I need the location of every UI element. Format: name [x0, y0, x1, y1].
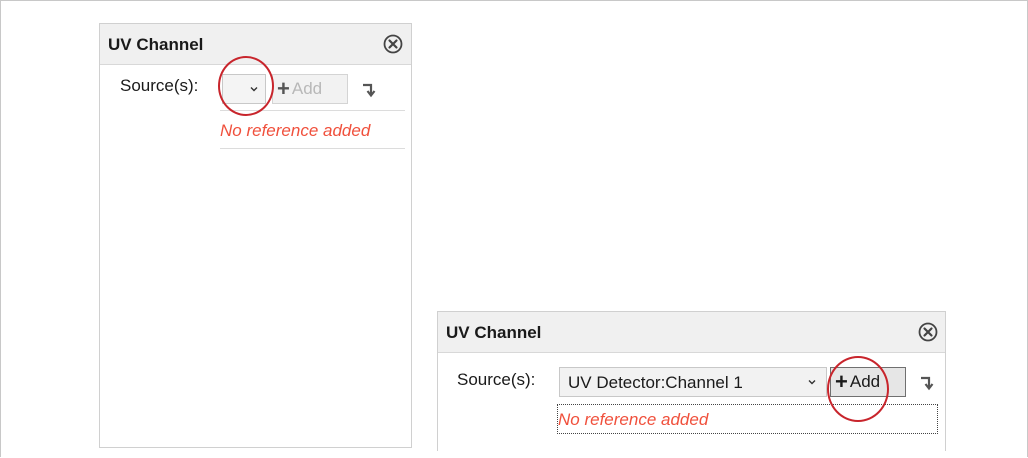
no-reference-message: No reference added [220, 121, 371, 140]
source-dropdown[interactable]: UV Detector:Channel 1 [559, 367, 827, 397]
source-dropdown[interactable] [222, 74, 266, 104]
close-icon[interactable] [383, 34, 403, 54]
panel-title: UV Channel [108, 35, 204, 54]
add-button[interactable]: + Add [830, 367, 906, 397]
uv-channel-panel-selected: UV Channel Source(s): UV Detector:Channe… [437, 311, 946, 451]
separator [220, 110, 405, 111]
enter-arrow-icon[interactable] [920, 375, 934, 391]
source-dropdown-value: UV Detector:Channel 1 [568, 373, 743, 392]
source-label: Source(s): [457, 370, 536, 389]
no-reference-message: No reference added [558, 410, 709, 429]
plus-icon: + [835, 369, 848, 394]
close-icon[interactable] [918, 322, 938, 342]
add-button[interactable]: + Add [272, 74, 348, 104]
panel-title: UV Channel [446, 323, 542, 342]
panel-header: UV Channel [438, 312, 945, 353]
chevron-down-icon [806, 375, 818, 387]
add-button-label: Add [849, 372, 881, 391]
plus-icon: + [277, 76, 290, 101]
source-label: Source(s): [120, 76, 199, 95]
separator [220, 148, 405, 149]
panel-header: UV Channel [100, 24, 411, 65]
uv-channel-panel-empty: UV Channel Source(s): + Add No reference… [99, 23, 412, 448]
add-button-label: Add [291, 79, 323, 98]
chevron-down-icon [248, 82, 260, 94]
enter-arrow-icon[interactable] [362, 82, 376, 98]
